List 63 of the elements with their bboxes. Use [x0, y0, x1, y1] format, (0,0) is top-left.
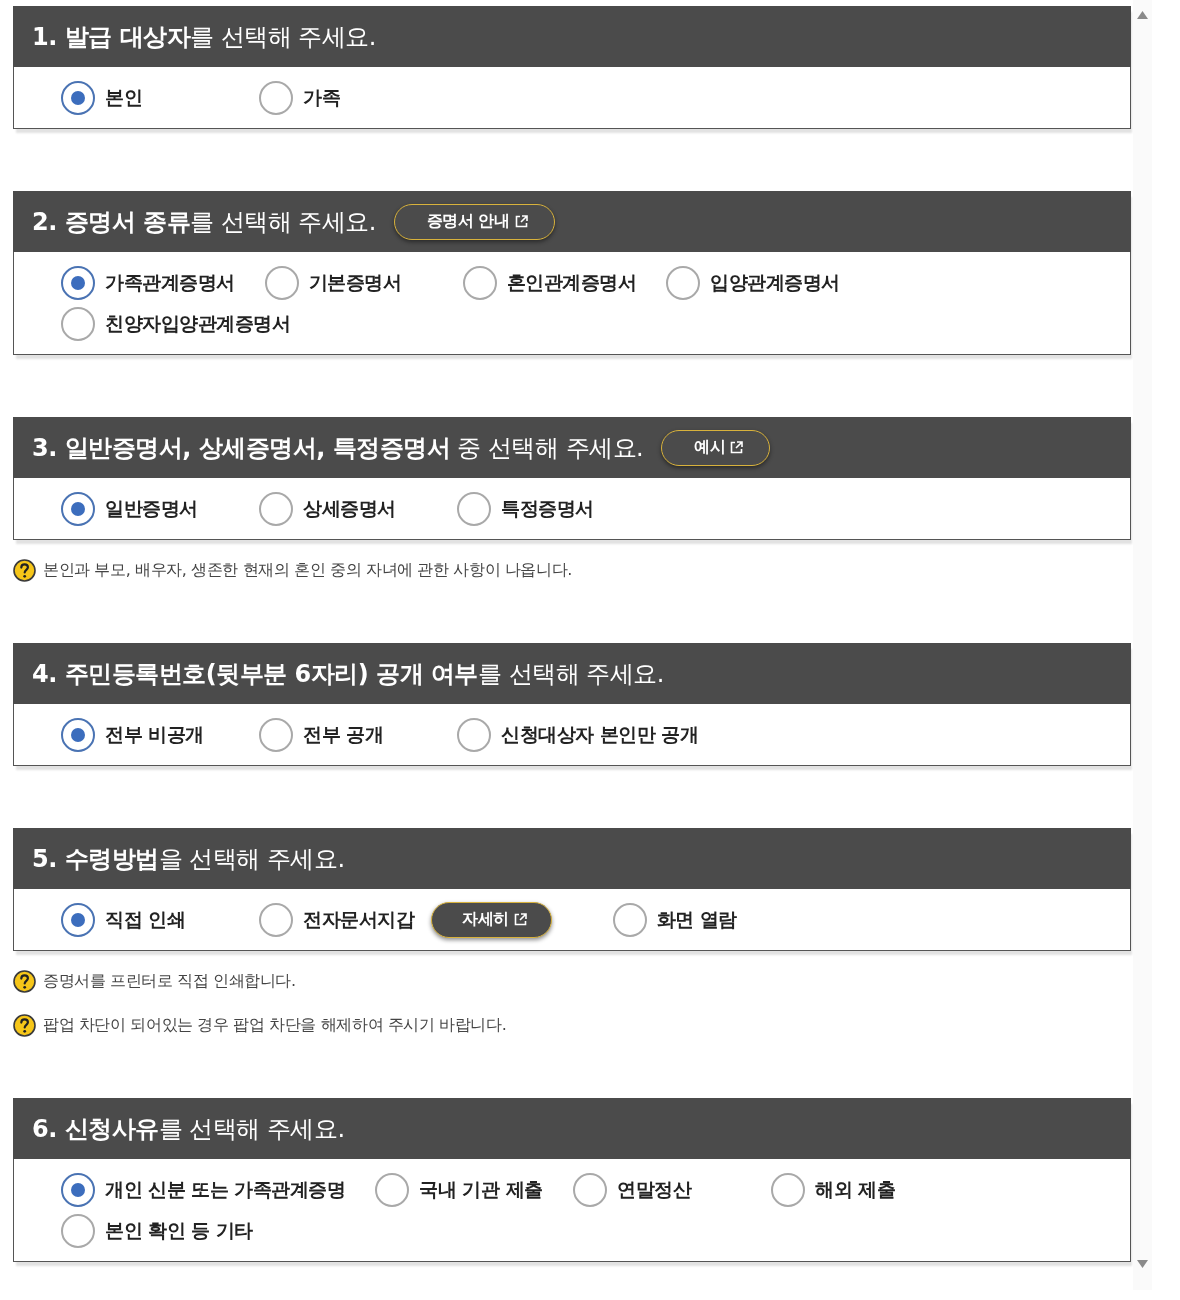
radio-option[interactable]: 상세증명서: [259, 491, 396, 526]
scrollbar[interactable]: [1133, 0, 1152, 1290]
radio-option[interactable]: 일반증명서: [61, 491, 198, 526]
radio-button[interactable]: [375, 1172, 410, 1207]
external-link-icon: [514, 215, 528, 228]
radio-option[interactable]: 기본증명서: [264, 265, 401, 300]
radio-button[interactable]: [259, 902, 293, 937]
section-title: 1. 발급 대상자를 선택해 주세요.: [32, 21, 376, 53]
radio-button[interactable]: [612, 902, 647, 937]
question-icon: [13, 558, 36, 582]
scroll-up-icon[interactable]: [1137, 11, 1148, 19]
section-title: 6. 신청사유를 선택해 주세요.: [32, 1113, 345, 1145]
radio-option[interactable]: 혼인관계증명서: [462, 265, 636, 300]
radio-button[interactable]: [771, 1172, 806, 1207]
radio-option[interactable]: 가족관계증명서: [61, 265, 235, 300]
radio-option[interactable]: 전부 공개: [259, 717, 384, 752]
scroll-down-icon[interactable]: [1137, 1260, 1148, 1268]
section-title: 5. 수령방법을 선택해 주세요.: [32, 843, 345, 875]
note-text: 증명서를 프린터로 직접 인쇄합니다.: [43, 970, 296, 992]
radio-option[interactable]: 직접 인쇄: [61, 902, 186, 937]
radio-button[interactable]: [61, 306, 95, 341]
radio-button[interactable]: [457, 717, 491, 752]
radio-option[interactable]: 가족: [259, 80, 340, 115]
section-title: 4. 주민등록번호(뒷부분 6자리) 공개 여부를 선택해 주세요.: [32, 658, 664, 690]
radio-button[interactable]: [666, 265, 700, 300]
radio-button[interactable]: [61, 717, 95, 752]
question-icon: [13, 1013, 36, 1037]
radio-option[interactable]: 친양자입양관계증명서: [61, 306, 290, 341]
radio-button[interactable]: [61, 80, 95, 115]
radio-option[interactable]: 특정증명서: [457, 491, 594, 526]
radio-button[interactable]: [61, 1172, 95, 1207]
radio-option[interactable]: 개인 신분 또는 가족관계증명: [61, 1172, 346, 1207]
radio-button[interactable]: [457, 491, 491, 526]
radio-option[interactable]: 연말정산: [573, 1172, 692, 1207]
external-link-icon: [513, 913, 527, 926]
note-text: 팝업 차단이 되어있는 경우 팝업 차단을 해제하여 주시기 바랍니다.: [43, 1014, 507, 1036]
radio-button[interactable]: [61, 1213, 95, 1248]
radio-button[interactable]: [264, 265, 299, 300]
radio-option[interactable]: 본인: [61, 80, 142, 115]
radio-button[interactable]: [61, 902, 95, 937]
radio-option[interactable]: 전자문서지갑: [259, 902, 414, 937]
note-text: 본인과 부모, 배우자, 생존한 현재의 혼인 중의 자녀에 관한 사항이 나옵니다.: [43, 559, 572, 581]
radio-option[interactable]: 해외 제출: [771, 1172, 896, 1207]
radio-button[interactable]: [259, 80, 293, 115]
radio-option[interactable]: 신청대상자 본인만 공개: [457, 717, 699, 752]
radio-button[interactable]: [259, 491, 293, 526]
radio-button[interactable]: [462, 265, 497, 300]
details-button[interactable]: 자세히: [431, 901, 552, 938]
guide-button[interactable]: 증명서 안내: [393, 203, 555, 240]
question-icon: [13, 969, 36, 993]
section-title: 2. 증명서 종류를 선택해 주세요.: [32, 206, 376, 238]
radio-button[interactable]: [573, 1172, 608, 1207]
external-link-icon: [730, 441, 744, 454]
guide-button[interactable]: 예시: [661, 429, 771, 466]
radio-option[interactable]: 화면 열람: [612, 902, 737, 937]
radio-option[interactable]: 국내 기관 제출: [375, 1172, 543, 1207]
radio-option[interactable]: 입양관계증명서: [666, 265, 840, 300]
radio-button[interactable]: [61, 265, 95, 300]
radio-button[interactable]: [61, 491, 95, 526]
radio-option[interactable]: 본인 확인 등 기타: [61, 1213, 253, 1248]
section-title: 3. 일반증명서, 상세증명서, 특정증명서 중 선택해 주세요.: [32, 432, 644, 464]
radio-button[interactable]: [259, 717, 293, 752]
radio-option[interactable]: 전부 비공개: [61, 717, 204, 752]
